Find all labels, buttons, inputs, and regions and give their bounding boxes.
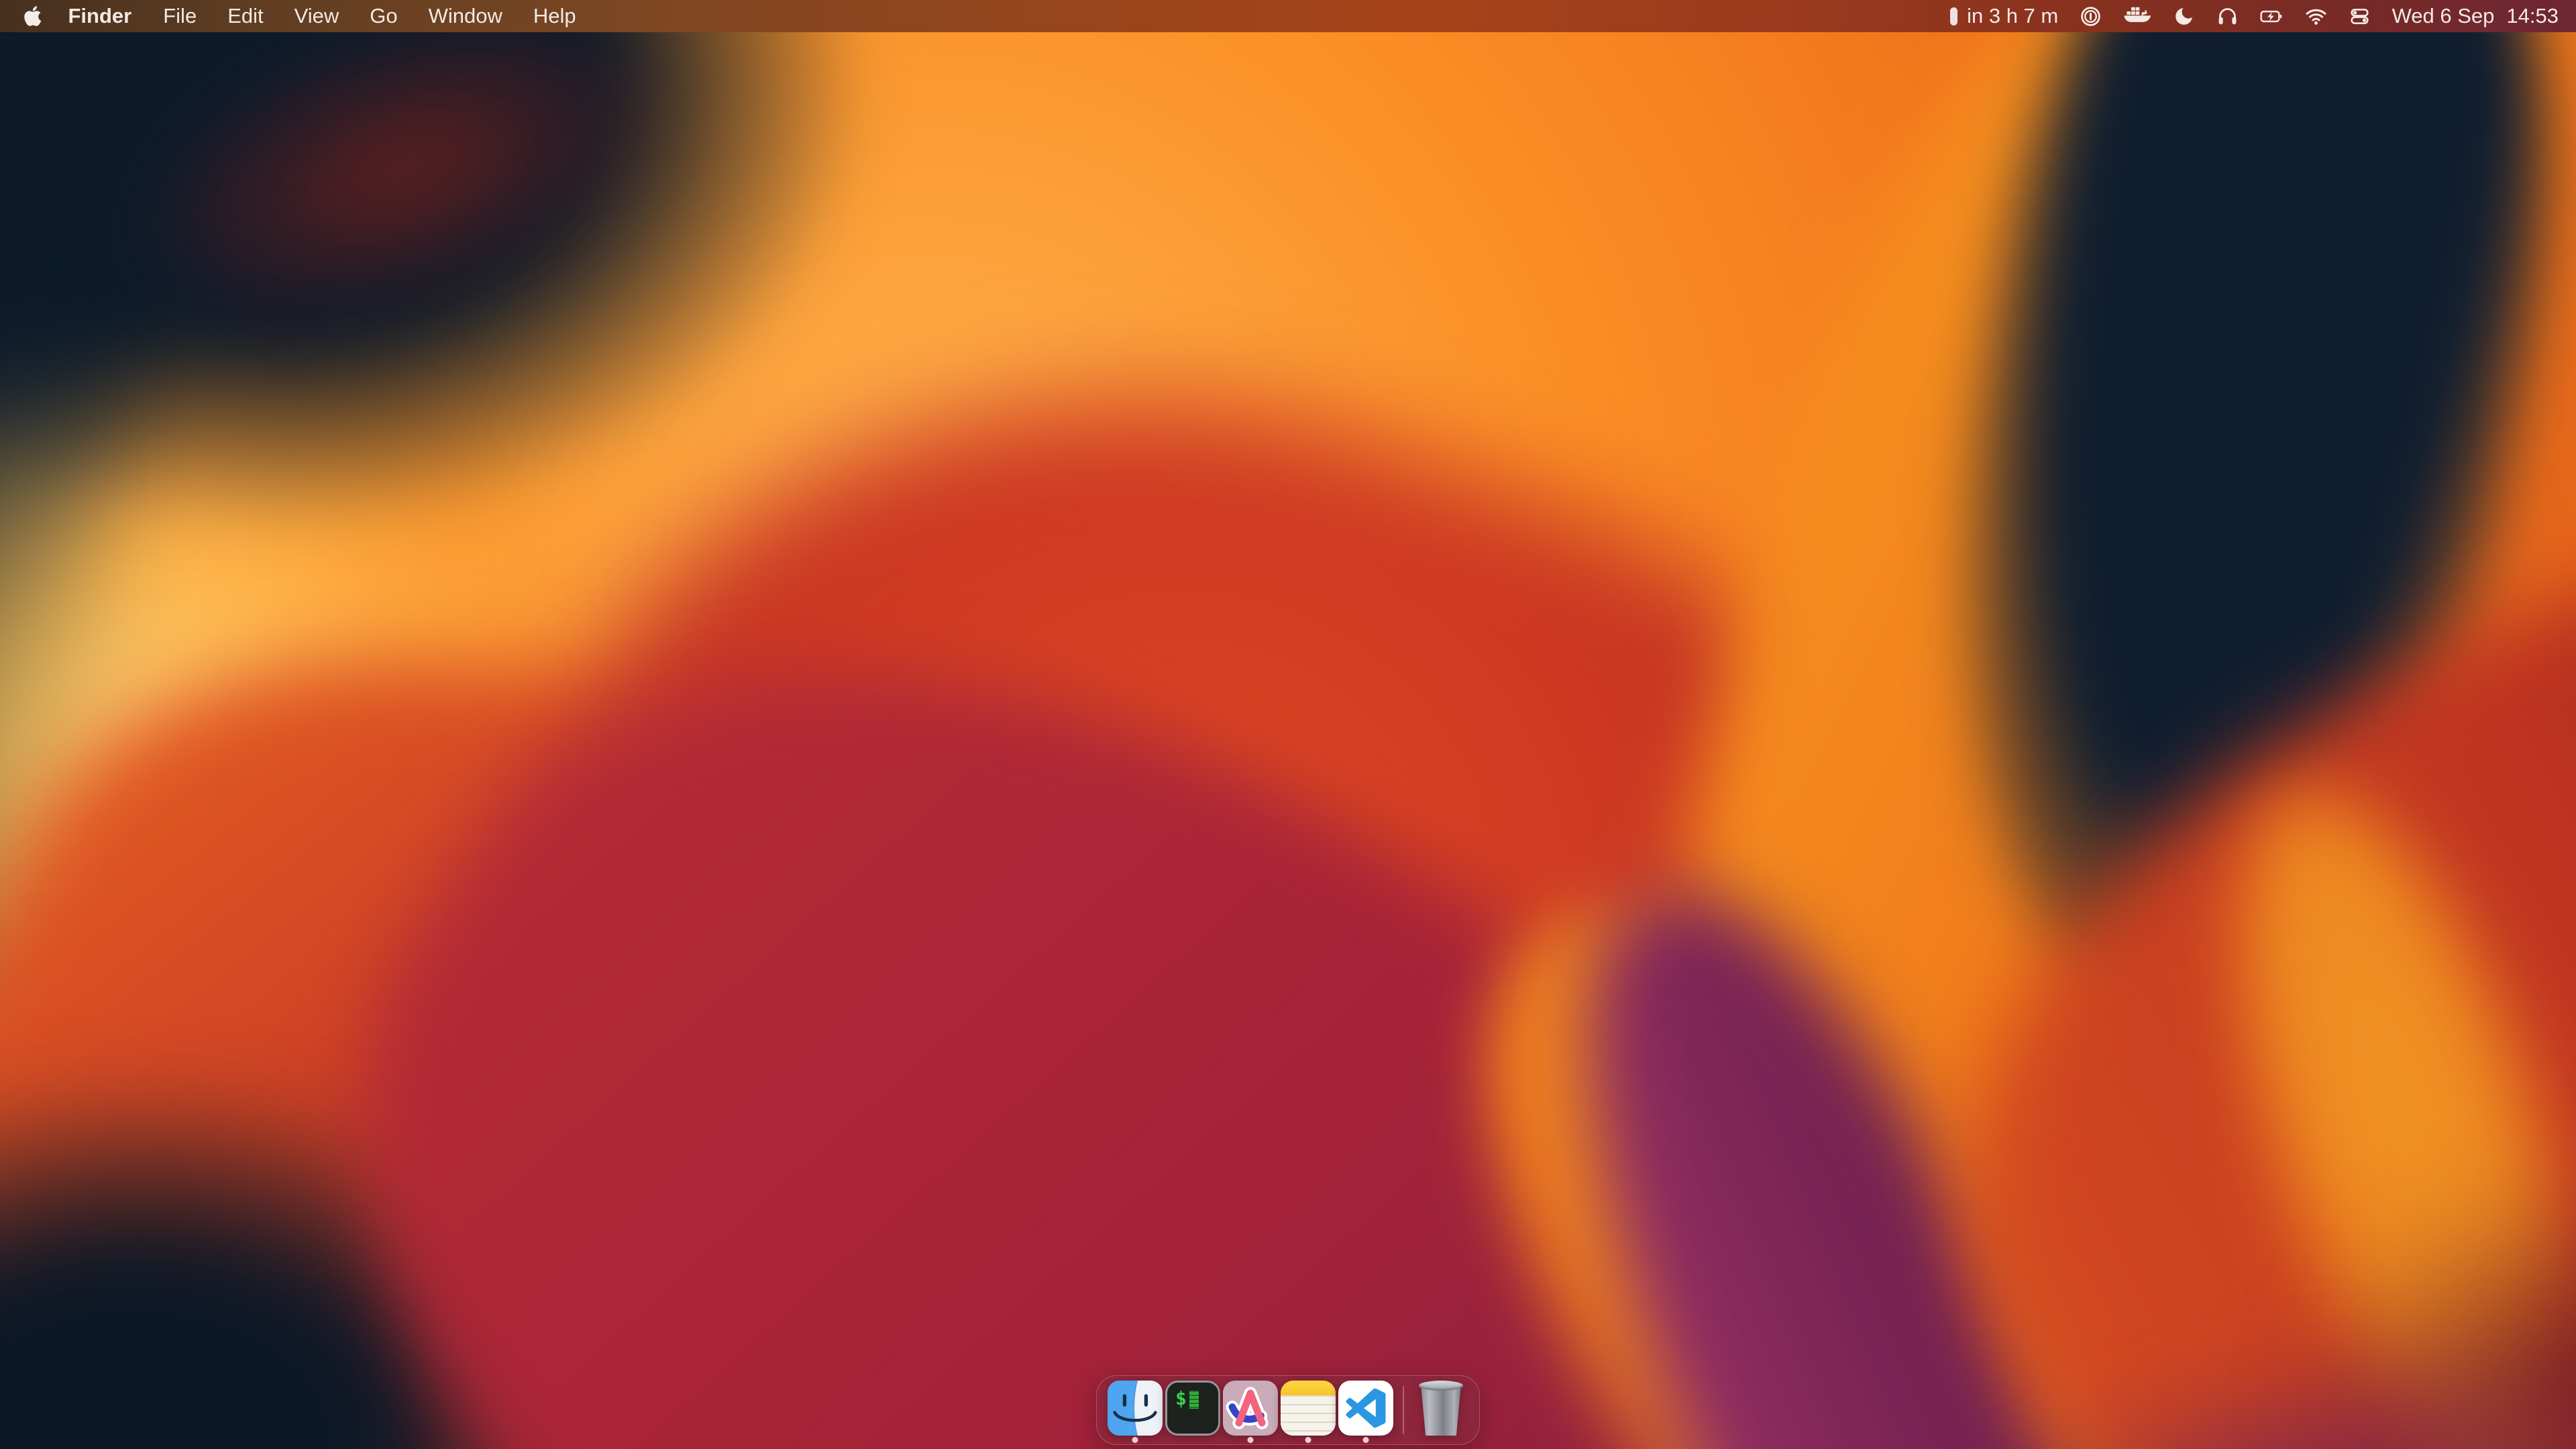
battery-charging-icon <box>2260 5 2283 28</box>
wallpaper-ventura <box>0 0 2576 1449</box>
status-headphones[interactable] <box>2216 0 2239 32</box>
focus-moon-icon <box>2173 5 2195 28</box>
menu-bar-clock[interactable]: Wed 6 Sep 14:53 <box>2392 0 2559 32</box>
status-wifi[interactable] <box>2305 0 2327 32</box>
docker-whale-icon <box>2123 5 2151 28</box>
dock-notes[interactable] <box>1279 1376 1337 1444</box>
menu-view[interactable]: View <box>279 0 355 32</box>
status-circled-one[interactable] <box>2080 0 2102 32</box>
menu-window[interactable]: Window <box>413 0 518 32</box>
arc-browser-icon <box>1223 1381 1278 1436</box>
clock-date: Wed 6 Sep <box>2392 4 2495 28</box>
dock-trash[interactable] <box>1412 1376 1470 1444</box>
countdown-label: in 3 h 7 m <box>1967 4 2058 28</box>
menu-file[interactable]: File <box>148 0 212 32</box>
dock-terminal[interactable]: $ <box>1164 1376 1222 1444</box>
status-focus[interactable] <box>2173 0 2195 32</box>
running-indicator <box>1305 1437 1311 1443</box>
notes-ruled-paper <box>1281 1397 1336 1436</box>
menu-edit[interactable]: Edit <box>212 0 278 32</box>
desktop: Finder File Edit View Go Window Help in … <box>0 0 2576 1449</box>
dock: $ <box>1096 1375 1480 1445</box>
running-indicator <box>1363 1437 1369 1443</box>
status-docker[interactable] <box>2123 0 2151 32</box>
dock-arc-browser[interactable] <box>1222 1376 1279 1444</box>
headphones-icon <box>2216 5 2239 28</box>
apple-menu[interactable] <box>17 0 52 32</box>
menu-bar: Finder File Edit View Go Window Help in … <box>0 0 2576 32</box>
status-battery[interactable] <box>2260 0 2283 32</box>
menu-bar-left: Finder File Edit View Go Window Help <box>0 0 592 32</box>
clock-time: 14:53 <box>2506 4 2559 28</box>
menu-bar-status: in 3 h 7 m <box>1950 0 2576 32</box>
countdown-pill-icon <box>1950 7 1957 25</box>
trash-icon <box>1413 1381 1468 1436</box>
app-menu-finder[interactable]: Finder <box>52 0 148 32</box>
vscode-icon <box>1338 1381 1393 1436</box>
running-indicator <box>1248 1437 1254 1443</box>
menu-help[interactable]: Help <box>518 0 592 32</box>
control-center-icon <box>2349 5 2371 28</box>
menu-go[interactable]: Go <box>354 0 413 32</box>
terminal-icon: $ <box>1165 1381 1220 1436</box>
status-control-center[interactable] <box>2349 0 2371 32</box>
notes-icon <box>1281 1381 1336 1436</box>
dock-separator <box>1403 1386 1404 1434</box>
apple-icon <box>24 5 42 28</box>
circled-one-icon <box>2080 5 2102 28</box>
finder-icon <box>1108 1381 1163 1436</box>
dock-vscode[interactable] <box>1337 1376 1395 1444</box>
dock-finder[interactable] <box>1106 1376 1164 1444</box>
status-countdown[interactable]: in 3 h 7 m <box>1950 0 2058 32</box>
running-indicator <box>1132 1437 1138 1443</box>
notes-yellow-bar <box>1281 1381 1336 1397</box>
wifi-icon <box>2305 5 2327 28</box>
